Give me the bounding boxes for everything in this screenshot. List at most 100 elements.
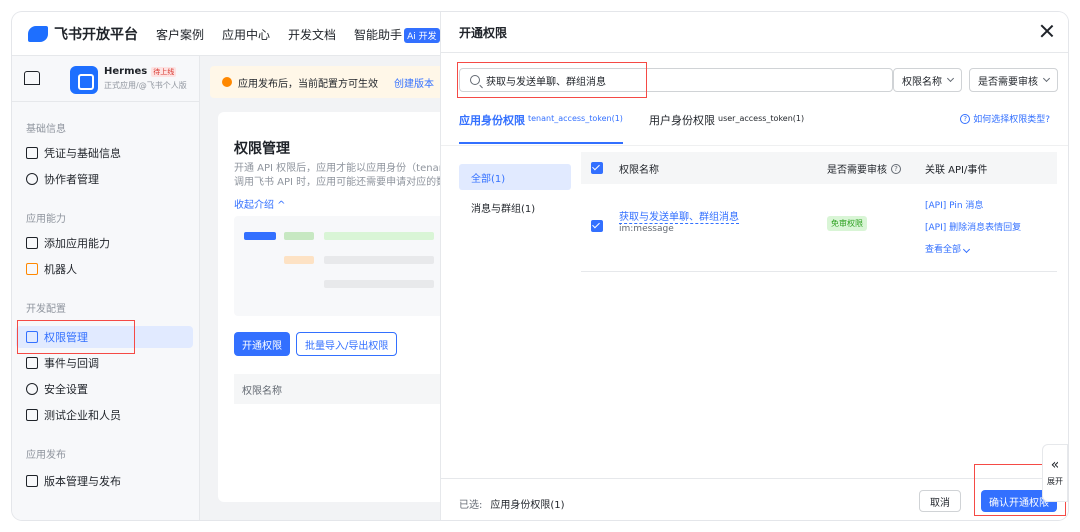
- logo[interactable]: 飞书开放平台: [28, 24, 138, 44]
- open-permission-drawer: 开通权限 获取与发送单聊、群组消息 权限名称 是否需要审核 应用身份权限 tena…: [440, 12, 1068, 520]
- api-link-delete-reaction[interactable]: [API] 删除消息表情回复: [925, 220, 1021, 233]
- chevron-down-icon: [1042, 74, 1051, 83]
- col-review: 是否需要审核?: [827, 161, 901, 176]
- user-icon: [26, 173, 38, 185]
- sidebar-item-version[interactable]: 版本管理与发布: [26, 470, 192, 492]
- diagram-bar: [324, 256, 434, 264]
- tab-label: 应用身份权限: [459, 114, 525, 127]
- tab-app-identity[interactable]: 应用身份权限 tenant_access_token(1): [459, 108, 623, 144]
- app-name: Hermes 待上线: [104, 66, 177, 77]
- col-review-label: 是否需要审核: [827, 165, 887, 176]
- warning-icon: [222, 77, 232, 87]
- double-chevron-left-icon: «: [1050, 456, 1060, 473]
- group-basic: 基础信息: [26, 124, 66, 135]
- sidebar-item-test-enterprise[interactable]: 测试企业和人员: [26, 404, 192, 426]
- top-nav: 客户案例 应用中心 开发文档 智能助手 Ai 开发: [156, 26, 440, 43]
- review-filter-dropdown[interactable]: 是否需要审核: [969, 68, 1058, 92]
- tab-token: tenant_access_token(1): [528, 114, 623, 123]
- view-all-link[interactable]: 查看全部: [925, 242, 970, 255]
- permission-key: im:message: [619, 224, 674, 234]
- name-filter-dropdown[interactable]: 权限名称: [893, 68, 962, 92]
- intro-diagram: [234, 216, 452, 316]
- drawer-title: 开通权限: [459, 26, 508, 40]
- nav-docs[interactable]: 开发文档: [288, 26, 336, 43]
- sidebar-item-label: 事件与回调: [44, 357, 99, 370]
- app-subtitle: 正式应用/@飞书个人版: [104, 81, 187, 90]
- page-title: 权限管理: [234, 141, 290, 157]
- help-text: 如何选择权限类型?: [973, 115, 1050, 125]
- tab-user-identity[interactable]: 用户身份权限 user_access_token(1): [649, 108, 804, 144]
- category-messages-groups[interactable]: 消息与群组(1): [459, 194, 571, 220]
- feishu-logo-icon: [28, 26, 48, 42]
- api-link-pin-message[interactable]: [API] Pin 消息: [925, 198, 983, 211]
- notice-text: 应用发布后，当前配置方可生效: [238, 78, 378, 90]
- group-dev-config: 开发配置: [26, 304, 66, 315]
- sidebar-item-add-capability[interactable]: 添加应用能力: [26, 232, 192, 254]
- sidebar-item-events[interactable]: 事件与回调: [26, 352, 192, 374]
- sidebar-item-label: 凭证与基础信息: [44, 147, 121, 160]
- nav-assistant[interactable]: 智能助手 Ai 开发: [354, 26, 440, 43]
- nav-app-center[interactable]: 应用中心: [222, 26, 270, 43]
- permission-card: 权限管理 开通 API 权限后，应用才能以应用身份（tenant 调用飞书 AP…: [218, 112, 452, 502]
- home-icon[interactable]: [24, 71, 40, 85]
- ai-badge: Ai 开发: [404, 28, 440, 43]
- expand-panel-button[interactable]: « 展开: [1042, 444, 1068, 502]
- create-version-link[interactable]: 创建版本: [394, 75, 434, 90]
- selected-summary: 已选: 应用身份权限(1): [459, 496, 565, 511]
- selected-value: 应用身份权限(1): [490, 500, 565, 511]
- shield-icon: [26, 383, 38, 395]
- group-release: 应用发布: [26, 450, 66, 461]
- row-checkbox[interactable]: [591, 220, 603, 232]
- permission-type-help-link[interactable]: ? 如何选择权限类型?: [960, 112, 1050, 125]
- app-card: Hermes 待上线 正式应用/@飞书个人版: [12, 56, 200, 102]
- highlight-box-search: [457, 62, 647, 98]
- diagram-bar: [324, 232, 434, 240]
- credentials-icon: [26, 147, 38, 159]
- sidebar-item-label: 测试企业和人员: [44, 409, 121, 422]
- category-all[interactable]: 全部(1): [459, 164, 571, 190]
- dropdown-label: 是否需要审核: [978, 76, 1038, 88]
- question-icon[interactable]: ?: [891, 163, 901, 174]
- bot-icon: [26, 263, 38, 275]
- diagram-bar: [284, 232, 314, 240]
- app-frame: 飞书开放平台 客户案例 应用中心 开发文档 智能助手 Ai 开发 Hermes 待上…: [12, 12, 1068, 520]
- app-status-tag: 待上线: [151, 67, 177, 77]
- logo-text: 飞书开放平台: [54, 27, 138, 43]
- bg-table-header: 权限名称: [234, 374, 452, 404]
- table-header: 权限名称 是否需要审核? 关联 API/事件: [581, 152, 1057, 184]
- close-icon[interactable]: [1038, 22, 1056, 40]
- sidebar-item-label: 安全设置: [44, 383, 88, 396]
- expand-label: 展开: [1047, 476, 1063, 486]
- nav-cases[interactable]: 客户案例: [156, 26, 204, 43]
- description-line-1: 开通 API 权限后，应用才能以应用身份（tenant: [234, 163, 449, 174]
- grid-icon: [26, 237, 38, 249]
- sidebar: Hermes 待上线 正式应用/@飞书个人版 基础信息 凭证与基础信息 协作者管理…: [12, 56, 200, 520]
- app-icon: [70, 66, 98, 94]
- select-all-checkbox[interactable]: [591, 162, 603, 174]
- sidebar-item-security[interactable]: 安全设置: [26, 378, 192, 400]
- question-icon: ?: [960, 113, 971, 124]
- tab-token: user_access_token(1): [718, 114, 805, 123]
- chevron-down-icon: [946, 74, 955, 83]
- sidebar-item-credentials[interactable]: 凭证与基础信息: [26, 142, 192, 164]
- col-permission-name: 权限名称: [619, 165, 659, 176]
- batch-import-button[interactable]: 批量导入/导出权限: [296, 332, 398, 356]
- event-icon: [26, 357, 38, 369]
- diagram-bar: [284, 256, 314, 264]
- col-related-api: 关联 API/事件: [925, 165, 988, 176]
- cancel-button[interactable]: 取消: [919, 490, 961, 512]
- fold-intro-link[interactable]: 收起介绍 ^: [234, 196, 286, 211]
- open-permission-button-bg[interactable]: 开通权限: [234, 332, 290, 356]
- permission-name-link[interactable]: 获取与发送单聊、群组消息: [619, 208, 739, 224]
- dropdown-label: 权限名称: [902, 76, 942, 88]
- group-capability: 应用能力: [26, 214, 66, 225]
- diagram-bar: [244, 232, 276, 240]
- description-line-2: 调用飞书 API 时，应用可能还需要申请对应的数: [234, 177, 447, 188]
- sidebar-item-collaborators[interactable]: 协作者管理: [26, 168, 192, 190]
- sidebar-item-label: 协作者管理: [44, 173, 99, 186]
- divider: [441, 145, 1068, 146]
- chevron-down-icon: [962, 245, 970, 254]
- table-row: 获取与发送单聊、群组消息 im:message 免审权限 [API] Pin 消…: [581, 184, 1057, 272]
- highlight-box-permissions: [17, 320, 135, 354]
- sidebar-item-bot[interactable]: 机器人: [26, 258, 192, 280]
